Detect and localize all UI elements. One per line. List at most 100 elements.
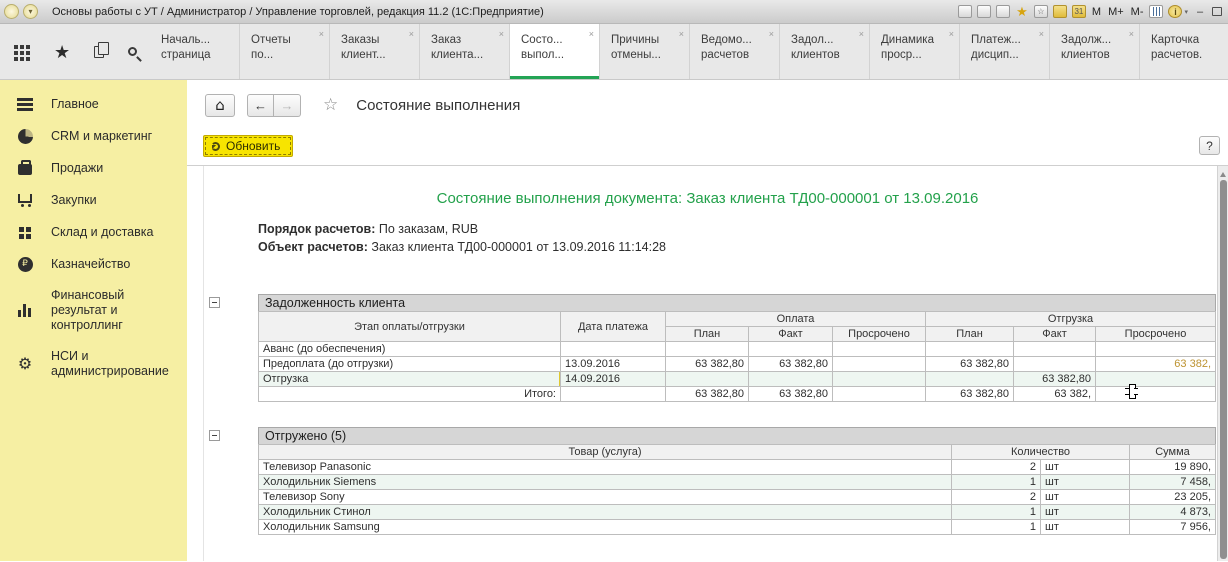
cell-pay-plan[interactable]: 63 382,80 [666, 357, 749, 372]
memory-minus-button[interactable]: M- [1130, 5, 1145, 18]
document-tab-9[interactable]: Платеж...дисцип...× [960, 24, 1050, 79]
cell-date[interactable] [561, 387, 666, 402]
cell-pay-fact[interactable] [749, 342, 833, 357]
cell-ship-overdue[interactable] [1096, 387, 1216, 402]
document-tab-2[interactable]: Заказыклиент...× [330, 24, 420, 79]
main-menu-icon[interactable] [14, 45, 18, 49]
info-icon[interactable]: i [1168, 5, 1182, 18]
cell-stage[interactable]: Отгрузка [259, 372, 561, 387]
cell-ship-plan[interactable]: 63 382,80 [926, 387, 1014, 402]
cell-pay-fact[interactable]: 63 382,80 [749, 357, 833, 372]
cell-pay-plan[interactable] [666, 342, 749, 357]
cell-stage[interactable]: Предоплата (до отгрузки) [259, 357, 561, 372]
cell-qty[interactable]: 2 [952, 460, 1041, 475]
cell-product[interactable]: Холодильник Стинол [259, 505, 952, 520]
sidebar-item-warehouse[interactable]: Склад и доставка [0, 216, 187, 248]
save-icon[interactable] [958, 5, 972, 18]
cell-ship-fact[interactable] [1014, 357, 1096, 372]
calendar-icon[interactable]: 31 [1072, 5, 1086, 18]
sidebar-item-menu-lines[interactable]: Главное [0, 88, 187, 120]
cell-ship-fact[interactable]: 63 382,80 [1014, 372, 1096, 387]
cell-product[interactable]: Телевизор Sony [259, 490, 952, 505]
collapse-debt-group-button[interactable] [209, 297, 220, 308]
search-icon[interactable] [128, 47, 137, 56]
cell-ship-fact[interactable] [1014, 342, 1096, 357]
cell-stage[interactable]: Итого: [259, 387, 561, 402]
print-icon[interactable] [977, 5, 991, 18]
forward-button[interactable]: → [274, 94, 301, 117]
cell-sum[interactable]: 7 458, [1130, 475, 1216, 490]
sidebar-item-gear[interactable]: ⚙НСИ и администрирование [0, 341, 187, 387]
document-tab-8[interactable]: Динамикапроср...× [870, 24, 960, 79]
cell-unit[interactable]: шт [1041, 520, 1130, 535]
cell-product[interactable]: Холодильник Siemens [259, 475, 952, 490]
cell-date[interactable] [561, 342, 666, 357]
scrollbar-thumb[interactable] [1220, 180, 1227, 559]
close-tab-icon[interactable]: × [319, 27, 324, 42]
cell-pay-overdue[interactable] [833, 372, 926, 387]
session-button-2[interactable]: ▾ [23, 4, 38, 19]
sidebar-item-bar-chart[interactable]: Финансовый результат и контроллинг [0, 280, 187, 341]
document-tab-4[interactable]: Состо...выпол...× [510, 24, 600, 79]
cell-pay-overdue[interactable] [833, 342, 926, 357]
calculator-icon[interactable] [1053, 5, 1067, 18]
document-tab-5[interactable]: Причиныотмены...× [600, 24, 690, 79]
add-to-favorites-icon[interactable]: ☆ [323, 95, 338, 115]
cell-unit[interactable]: шт [1041, 460, 1130, 475]
history-icon[interactable] [94, 46, 104, 58]
close-tab-icon[interactable]: × [769, 27, 774, 42]
sidebar-item-briefcase[interactable]: Продажи [0, 152, 187, 184]
favorites-star-icon[interactable]: ★ [54, 43, 70, 61]
refresh-button[interactable]: Обновить [203, 135, 293, 157]
cell-product[interactable]: Холодильник Samsung [259, 520, 952, 535]
document-tab-11[interactable]: Карточкарасчетов. [1140, 24, 1228, 79]
help-button[interactable]: ? [1199, 136, 1220, 155]
cell-ship-plan[interactable] [926, 342, 1014, 357]
cell-sum[interactable]: 7 956, [1130, 520, 1216, 535]
document-tab-1[interactable]: Отчетыпо...× [240, 24, 330, 79]
cell-qty[interactable]: 1 [952, 505, 1041, 520]
cell-ship-plan[interactable]: 63 382,80 [926, 357, 1014, 372]
close-tab-icon[interactable]: × [1129, 27, 1134, 42]
cell-pay-plan[interactable]: 63 382,80 [666, 387, 749, 402]
cell-sum[interactable]: 4 873, [1130, 505, 1216, 520]
cell-pay-plan[interactable] [666, 372, 749, 387]
cell-unit[interactable]: шт [1041, 475, 1130, 490]
memory-button[interactable]: M [1091, 5, 1102, 18]
info-caret-icon[interactable]: ▾ [1184, 8, 1188, 16]
close-tab-icon[interactable]: × [949, 27, 954, 42]
cell-unit[interactable]: шт [1041, 490, 1130, 505]
cell-product[interactable]: Телевизор Panasonic [259, 460, 952, 475]
cell-sum[interactable]: 23 205, [1130, 490, 1216, 505]
close-tab-icon[interactable]: × [859, 27, 864, 42]
scroll-up-icon[interactable] [1220, 169, 1226, 177]
cell-pay-overdue[interactable] [833, 357, 926, 372]
cell-stage[interactable]: Аванс (до обеспечения) [259, 342, 561, 357]
cell-qty[interactable]: 1 [952, 520, 1041, 535]
cell-qty[interactable]: 2 [952, 490, 1041, 505]
minimize-icon[interactable]: – [1193, 5, 1207, 18]
sidebar-item-cart[interactable]: Закупки [0, 184, 187, 216]
cell-date[interactable]: 14.09.2016 [561, 372, 666, 387]
collapse-shipped-group-button[interactable] [209, 430, 220, 441]
sidebar-item-ruble[interactable]: ₽Казначейство [0, 248, 187, 280]
cell-ship-overdue[interactable] [1096, 342, 1216, 357]
close-tab-icon[interactable]: × [1039, 27, 1044, 42]
sidebar-item-pie-chart[interactable]: CRM и маркетинг [0, 120, 187, 152]
print-preview-icon[interactable] [996, 5, 1010, 18]
cell-qty[interactable]: 1 [952, 475, 1041, 490]
close-tab-icon[interactable]: × [499, 27, 504, 42]
cell-pay-fact[interactable]: 63 382,80 [749, 387, 833, 402]
cell-sum[interactable]: 19 890, [1130, 460, 1216, 475]
add-favorite-icon[interactable]: ★ [1015, 5, 1029, 18]
maximize-icon[interactable] [1212, 7, 1222, 16]
cell-pay-fact[interactable] [749, 372, 833, 387]
document-tab-0[interactable]: Началь...страница [150, 24, 240, 79]
split-window-icon[interactable] [1149, 5, 1163, 18]
cell-unit[interactable]: шт [1041, 505, 1130, 520]
document-tab-7[interactable]: Задол...клиентов× [780, 24, 870, 79]
document-tab-6[interactable]: Ведомо...расчетов× [690, 24, 780, 79]
cell-ship-overdue[interactable] [1096, 372, 1216, 387]
vertical-scrollbar[interactable] [1217, 166, 1228, 561]
cell-ship-overdue[interactable]: 63 382, [1096, 357, 1216, 372]
